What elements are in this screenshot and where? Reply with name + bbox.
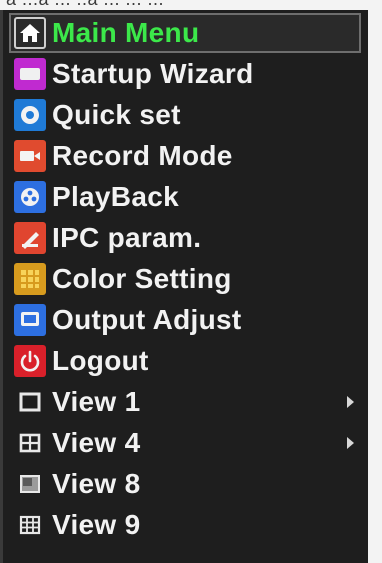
menu-item-label: View 8	[52, 468, 141, 499]
menu-item-label: Color Setting	[52, 263, 232, 294]
ipc-icon	[14, 222, 46, 254]
menu-item-view-8[interactable]: View 8	[10, 465, 360, 503]
monitor-icon	[14, 304, 46, 336]
menu-item-label: Quick set	[52, 99, 181, 130]
menu-item-view-4[interactable]: View 4	[10, 424, 360, 462]
menu-header-label: Main Menu	[52, 17, 200, 48]
menu-item-record-mode[interactable]: Record Mode	[10, 137, 360, 175]
submenu-arrow-icon	[347, 437, 354, 449]
menu-item-view-1[interactable]: View 1	[10, 383, 360, 421]
power-icon	[14, 345, 46, 377]
quick-set-icon	[14, 99, 46, 131]
menu-item-logout[interactable]: Logout	[10, 342, 360, 380]
menu-item-label: PlayBack	[52, 181, 179, 212]
menu-item-label: View 1	[52, 386, 141, 417]
view-8-icon	[14, 468, 46, 500]
menu-header-main-menu[interactable]: Main Menu	[9, 13, 361, 53]
view-1-icon	[14, 386, 46, 418]
main-menu-panel: Main Menu Startup Wizard Quick set Recor…	[0, 10, 368, 563]
menu-item-color-setting[interactable]: Color Setting	[10, 260, 360, 298]
view-4-icon	[14, 427, 46, 459]
record-icon	[14, 140, 46, 172]
wizard-icon	[14, 58, 46, 90]
menu-item-startup-wizard[interactable]: Startup Wizard	[10, 55, 360, 93]
menu-item-view-9[interactable]: View 9	[10, 506, 360, 544]
home-icon	[14, 17, 46, 49]
menu-item-playback[interactable]: PlayBack	[10, 178, 360, 216]
cut-off-text: a ...a ... ..a ... ... ...	[6, 0, 164, 10]
view-9-icon	[14, 509, 46, 541]
menu-item-ipc-param[interactable]: IPC param.	[10, 219, 360, 257]
menu-item-label: View 4	[52, 427, 141, 458]
menu-item-label: View 9	[52, 509, 141, 540]
playback-icon	[14, 181, 46, 213]
submenu-arrow-icon	[347, 396, 354, 408]
color-grid-icon	[14, 263, 46, 295]
menu-item-label: Logout	[52, 345, 149, 376]
menu-item-label: Record Mode	[52, 140, 233, 171]
menu-item-label: IPC param.	[52, 222, 202, 253]
menu-item-label: Startup Wizard	[52, 58, 254, 89]
menu-item-output-adjust[interactable]: Output Adjust	[10, 301, 360, 339]
menu-item-quick-set[interactable]: Quick set	[10, 96, 360, 134]
menu-item-label: Output Adjust	[52, 304, 242, 335]
top-strip: a ...a ... ..a ... ... ...	[0, 0, 382, 10]
